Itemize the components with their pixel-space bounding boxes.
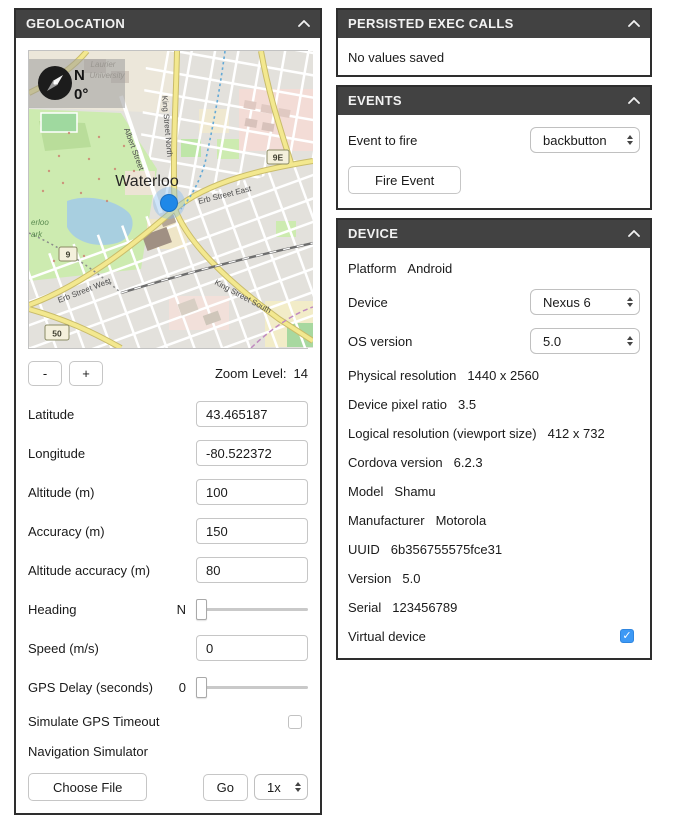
serial-value: 123456789 bbox=[392, 600, 457, 615]
accuracy-input[interactable] bbox=[196, 518, 308, 544]
playback-speed-select[interactable]: 1x bbox=[254, 774, 308, 800]
chevron-up-icon[interactable] bbox=[298, 20, 310, 27]
geolocation-panel: GEOLOCATION bbox=[14, 8, 322, 815]
svg-text:9: 9 bbox=[66, 250, 71, 260]
physical-resolution-label: Physical resolution bbox=[348, 368, 456, 383]
model-value: Shamu bbox=[394, 484, 435, 499]
device-pixel-ratio-value: 3.5 bbox=[458, 397, 476, 412]
logical-resolution-label: Logical resolution (viewport size) bbox=[348, 426, 537, 441]
os-version-select[interactable]: 5.0 bbox=[530, 328, 640, 354]
altitude-label: Altitude (m) bbox=[28, 485, 94, 500]
select-updown-icon bbox=[295, 782, 301, 792]
chevron-up-icon[interactable] bbox=[628, 97, 640, 104]
events-panel: EVENTS Event to fire backbutton Fire Eve… bbox=[336, 85, 652, 210]
altitude-input[interactable] bbox=[196, 479, 308, 505]
event-to-fire-label: Event to fire bbox=[348, 133, 417, 148]
device-panel-title: DEVICE bbox=[348, 226, 398, 241]
compass-overlay[interactable]: N 0° bbox=[29, 59, 125, 108]
altitude-accuracy-input[interactable] bbox=[196, 557, 308, 583]
device-label: Device bbox=[348, 295, 388, 310]
go-button[interactable]: Go bbox=[203, 774, 248, 801]
location-marker[interactable] bbox=[153, 187, 185, 219]
os-version-label: OS version bbox=[348, 334, 412, 349]
gps-delay-value: 0 bbox=[179, 680, 186, 695]
version-label: Version bbox=[348, 571, 391, 586]
speed-input[interactable] bbox=[196, 635, 308, 661]
choose-file-button[interactable]: Choose File bbox=[28, 773, 147, 801]
heading-slider[interactable] bbox=[196, 598, 308, 621]
map-shield-9e: 9E bbox=[267, 150, 289, 164]
uuid-value: 6b356755575fce31 bbox=[391, 542, 502, 557]
map[interactable]: Laurier University Albert Street King St… bbox=[28, 50, 308, 349]
heading-label: Heading bbox=[28, 602, 76, 617]
heading-slider-thumb[interactable] bbox=[196, 599, 207, 620]
platform-value: Android bbox=[407, 261, 452, 276]
persisted-exec-calls-panel: PERSISTED EXEC CALLS No values saved bbox=[336, 8, 652, 77]
compass-degrees-label: 0° bbox=[74, 86, 88, 103]
zoom-in-button[interactable]: + bbox=[69, 361, 103, 386]
gps-delay-label: GPS Delay (seconds) bbox=[28, 680, 153, 695]
altitude-accuracy-label: Altitude accuracy (m) bbox=[28, 563, 150, 578]
virtual-device-label: Virtual device bbox=[348, 629, 426, 644]
svg-text:9E: 9E bbox=[273, 153, 284, 163]
version-value: 5.0 bbox=[402, 571, 420, 586]
model-label: Model bbox=[348, 484, 383, 499]
persisted-panel-title: PERSISTED EXEC CALLS bbox=[348, 16, 514, 31]
compass-north-label: N bbox=[74, 67, 85, 84]
persisted-panel-header[interactable]: PERSISTED EXEC CALLS bbox=[338, 10, 650, 38]
fire-event-button[interactable]: Fire Event bbox=[348, 166, 461, 194]
select-updown-icon bbox=[627, 297, 633, 307]
cordova-version-label: Cordova version bbox=[348, 455, 443, 470]
select-updown-icon bbox=[627, 135, 633, 145]
zoom-out-button[interactable]: - bbox=[28, 361, 62, 386]
virtual-device-checkbox[interactable]: ✓ bbox=[620, 629, 634, 643]
simulator-page: GEOLOCATION bbox=[0, 0, 673, 815]
svg-text:50: 50 bbox=[52, 329, 62, 339]
map-label-park-2: ark bbox=[31, 230, 43, 239]
device-panel: DEVICE Platform Android Device Nexus 6 bbox=[336, 218, 652, 660]
uuid-label: UUID bbox=[348, 542, 380, 557]
device-pixel-ratio-label: Device pixel ratio bbox=[348, 397, 447, 412]
event-select[interactable]: backbutton bbox=[530, 127, 640, 153]
geolocation-panel-header[interactable]: GEOLOCATION bbox=[16, 10, 320, 38]
events-panel-title: EVENTS bbox=[348, 93, 402, 108]
map-shield-9: 9 bbox=[59, 247, 77, 261]
physical-resolution-value: 1440 x 2560 bbox=[467, 368, 539, 383]
accuracy-label: Accuracy (m) bbox=[28, 524, 105, 539]
map-shield-50: 50 bbox=[45, 325, 69, 340]
chevron-up-icon[interactable] bbox=[628, 230, 640, 237]
latitude-label: Latitude bbox=[28, 407, 74, 422]
platform-label: Platform bbox=[348, 261, 396, 276]
gps-delay-slider[interactable] bbox=[196, 676, 308, 699]
simulate-gps-timeout-label: Simulate GPS Timeout bbox=[28, 714, 160, 729]
latitude-input[interactable] bbox=[196, 401, 308, 427]
chevron-up-icon[interactable] bbox=[628, 20, 640, 27]
device-select[interactable]: Nexus 6 bbox=[530, 289, 640, 315]
navigation-simulator-label: Navigation Simulator bbox=[28, 744, 148, 759]
events-panel-header[interactable]: EVENTS bbox=[338, 87, 650, 115]
serial-label: Serial bbox=[348, 600, 381, 615]
speed-label: Speed (m/s) bbox=[28, 641, 99, 656]
geolocation-panel-title: GEOLOCATION bbox=[26, 16, 125, 31]
map-label-park-1: erloo bbox=[31, 218, 49, 227]
longitude-input[interactable] bbox=[196, 440, 308, 466]
manufacturer-value: Motorola bbox=[436, 513, 487, 528]
gps-delay-slider-thumb[interactable] bbox=[196, 677, 207, 698]
device-panel-header[interactable]: DEVICE bbox=[338, 220, 650, 248]
manufacturer-label: Manufacturer bbox=[348, 513, 425, 528]
map-sports-field bbox=[41, 113, 77, 132]
longitude-label: Longitude bbox=[28, 446, 85, 461]
select-updown-icon bbox=[627, 336, 633, 346]
cordova-version-value: 6.2.3 bbox=[454, 455, 483, 470]
heading-value: N bbox=[177, 602, 186, 617]
zoom-level-label: Zoom Level: bbox=[215, 366, 287, 381]
zoom-level-value: 14 bbox=[294, 366, 308, 381]
persisted-empty-message: No values saved bbox=[348, 50, 444, 65]
simulate-gps-timeout-checkbox[interactable] bbox=[288, 715, 302, 729]
logical-resolution-value: 412 x 732 bbox=[548, 426, 605, 441]
